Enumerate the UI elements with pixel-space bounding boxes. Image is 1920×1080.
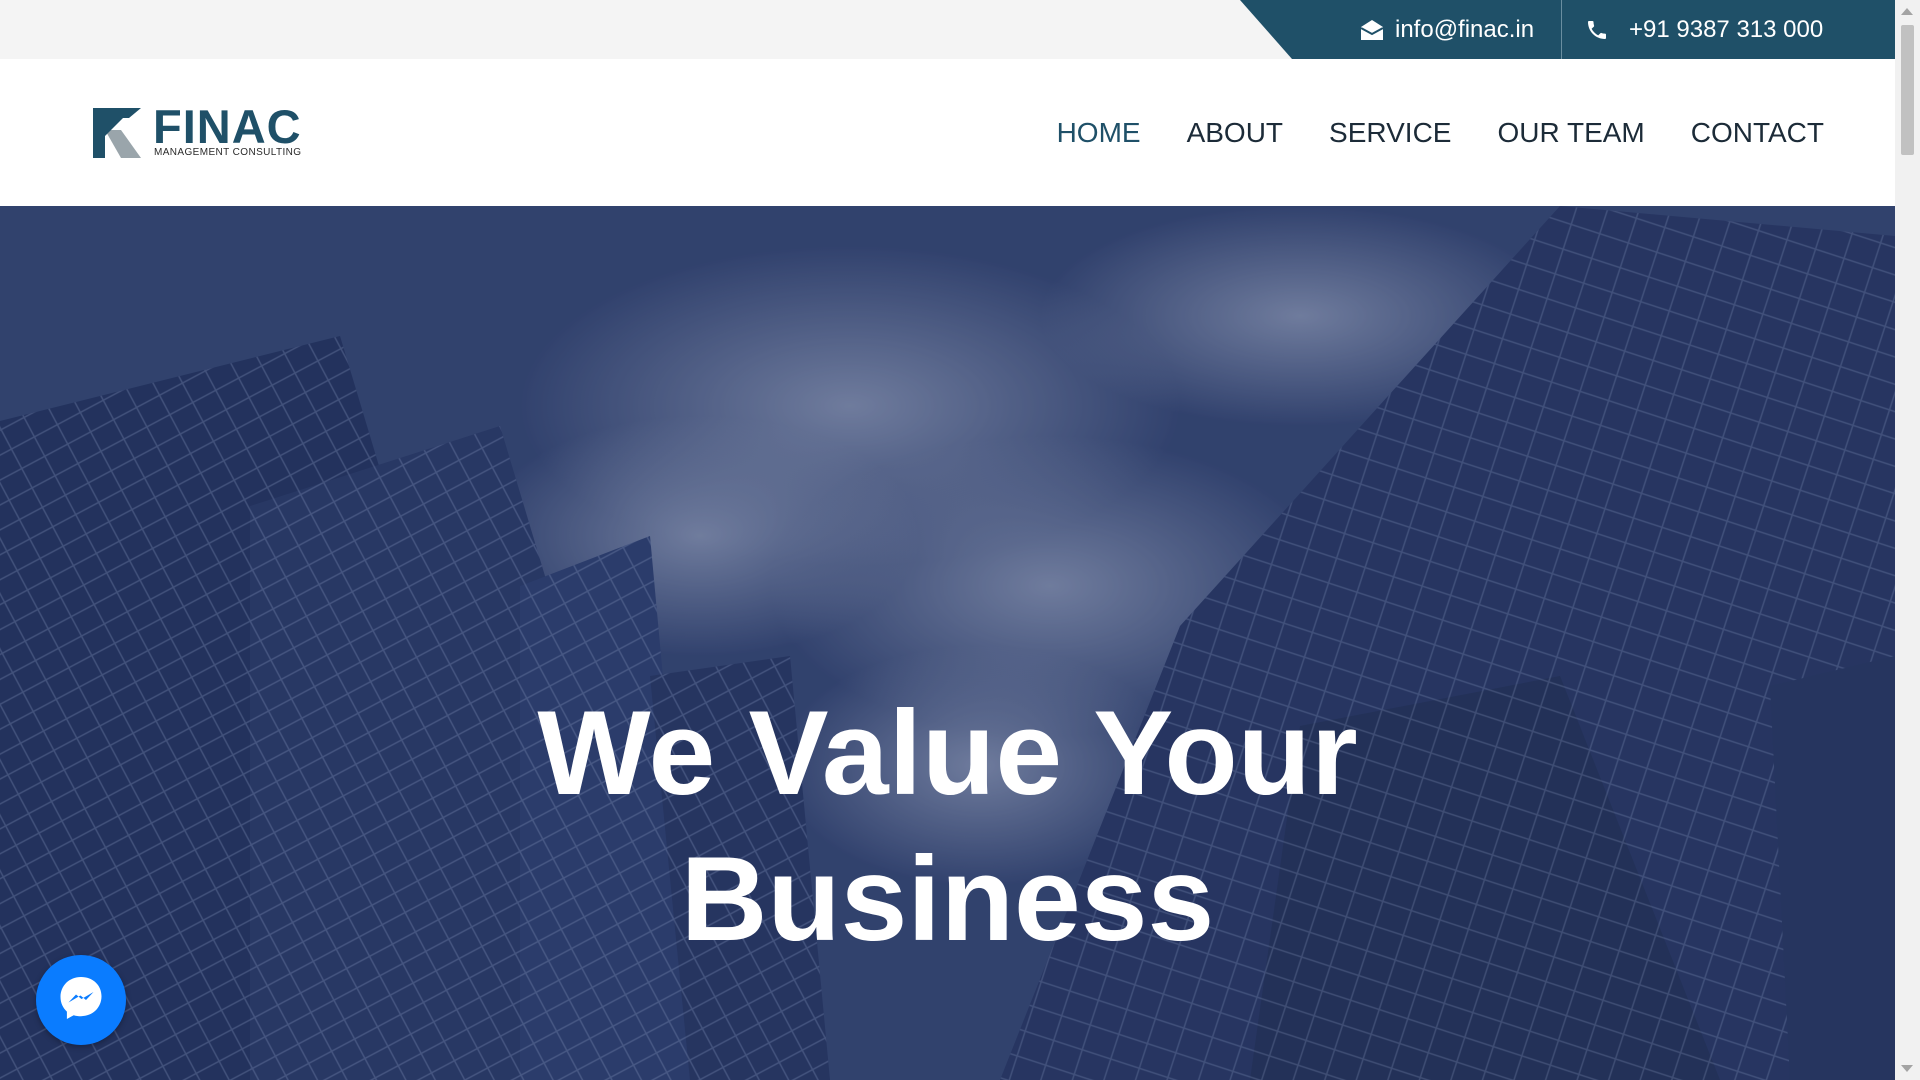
nav-our-team[interactable]: OUR TEAM	[1497, 117, 1644, 149]
site-header: FINAC MANAGEMENT CONSULTING HOME ABOUT S…	[0, 59, 1895, 206]
hero-banner: We Value Your Business	[0, 206, 1895, 1080]
scroll-down-arrow-icon[interactable]	[1901, 1065, 1913, 1072]
nav-service[interactable]: SERVICE	[1329, 117, 1451, 149]
logo-tagline: MANAGEMENT CONSULTING	[154, 147, 302, 158]
messenger-chat-button[interactable]	[36, 955, 126, 1045]
email-link[interactable]: info@finac.in	[1360, 0, 1534, 59]
top-bar: info@finac.in +91 9387 313 000	[0, 0, 1895, 59]
contact-divider	[1561, 0, 1562, 59]
email-text: info@finac.in	[1395, 15, 1535, 43]
phone-text: +91 9387 313 000	[1629, 15, 1824, 43]
logo-wordmark: FINAC	[153, 100, 302, 153]
nav-about[interactable]: ABOUT	[1187, 117, 1283, 149]
envelope-open-icon	[1360, 19, 1384, 41]
logo[interactable]: FINAC MANAGEMENT CONSULTING	[93, 102, 313, 160]
logo-mark-icon	[93, 108, 141, 158]
scroll-thumb[interactable]	[1901, 25, 1914, 155]
page: info@finac.in +91 9387 313 000 FINAC MAN…	[0, 0, 1895, 1080]
hero-heading-line-2: Business	[680, 832, 1215, 966]
phone-link[interactable]: +91 9387 313 000	[1585, 0, 1823, 59]
hero-heading-line-1: We Value Your	[537, 686, 1358, 820]
nav-home[interactable]: HOME	[1057, 117, 1141, 149]
messenger-icon	[57, 974, 105, 1027]
hero-heading: We Value Your Business	[0, 680, 1895, 972]
nav-contact[interactable]: CONTACT	[1691, 117, 1824, 149]
main-nav: HOME ABOUT SERVICE OUR TEAM CONTACT	[1011, 117, 1824, 149]
scroll-up-arrow-icon[interactable]	[1901, 8, 1913, 15]
phone-icon	[1585, 18, 1609, 42]
page-scrollbar[interactable]	[1895, 0, 1920, 1080]
